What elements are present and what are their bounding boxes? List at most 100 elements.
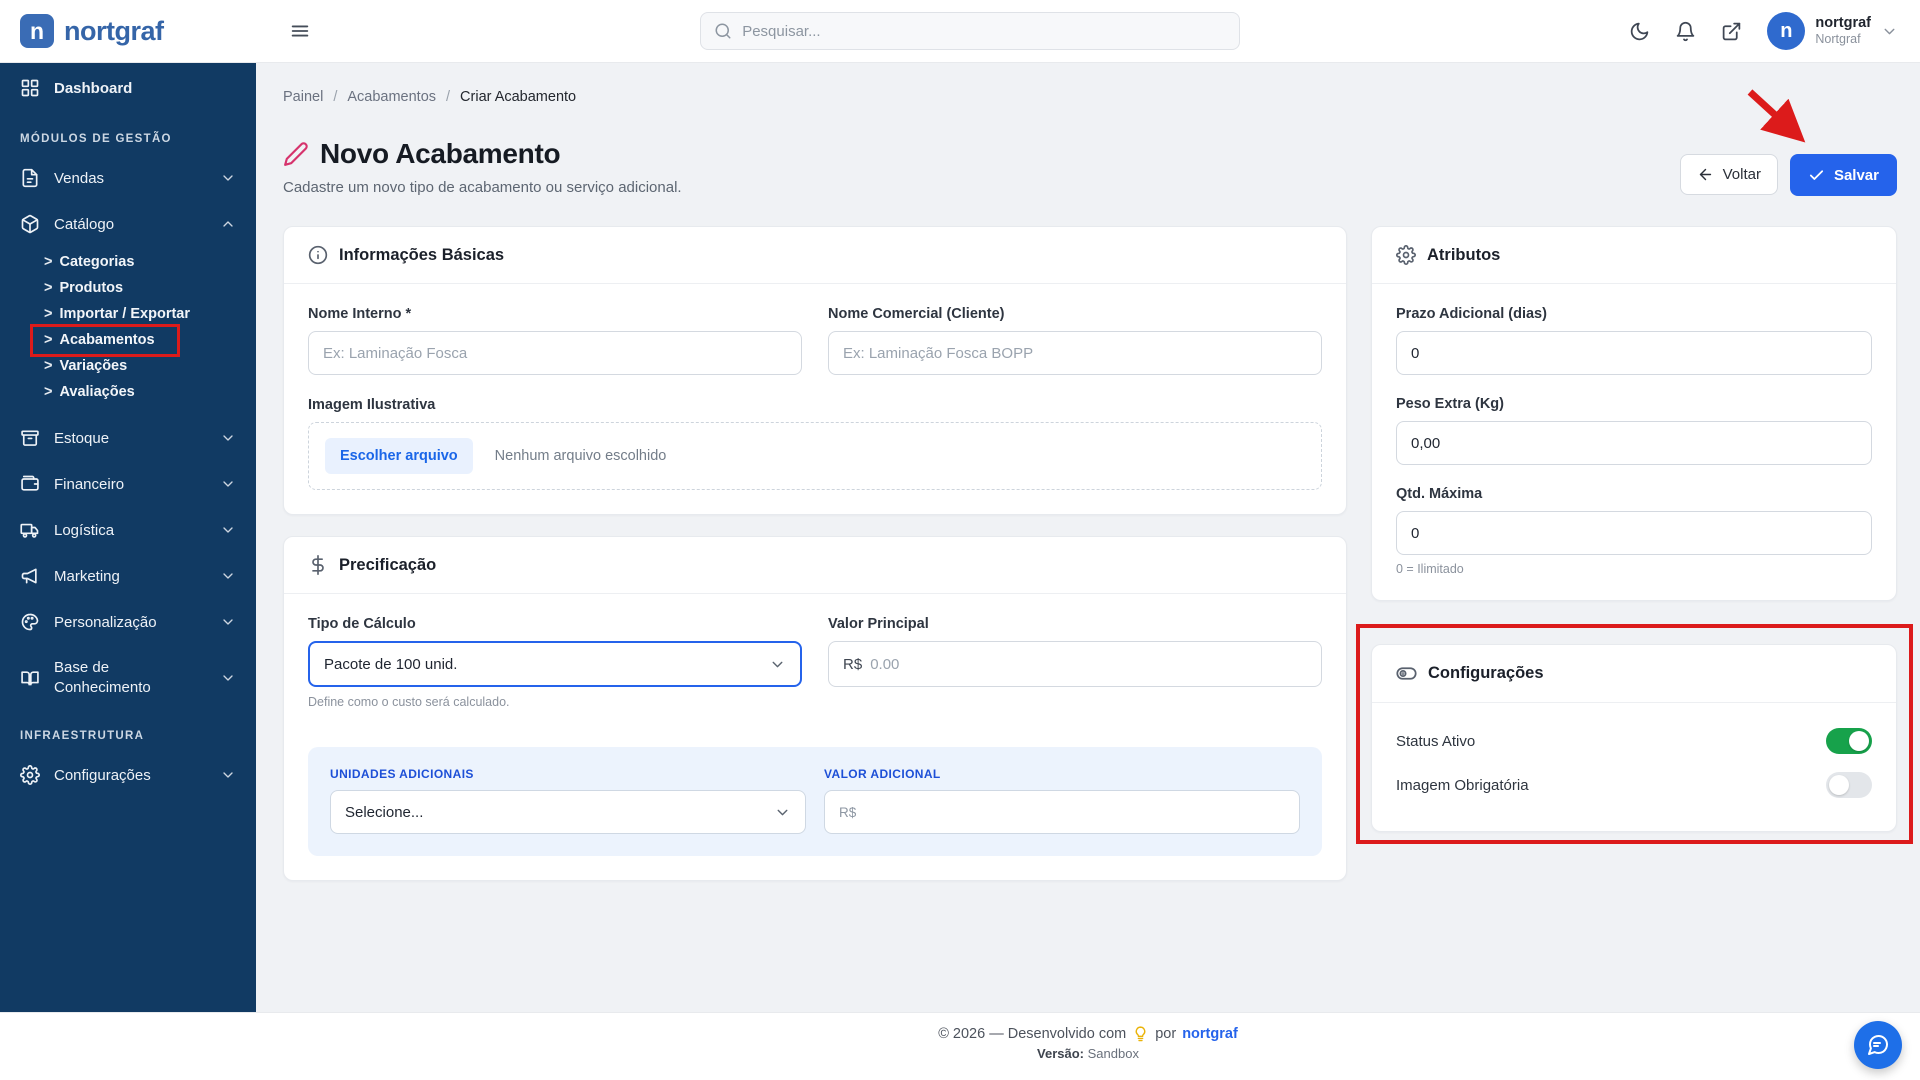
sidebar-subitem-label: Produtos: [59, 280, 123, 296]
sidebar-subitem-variacoes[interactable]: > Variações: [0, 353, 256, 379]
extra-days-field: Prazo Adicional (dias): [1396, 306, 1872, 375]
chat-fab-button[interactable]: [1854, 1021, 1902, 1069]
dashboard-grid-icon: [20, 78, 40, 98]
currency-prefix: R$: [839, 805, 856, 820]
choose-file-button[interactable]: Escolher arquivo: [325, 438, 473, 474]
footer: © 2026 — Desenvolvido com por nortgraf V…: [0, 1012, 1920, 1080]
chevron-down-icon: [220, 670, 236, 686]
extra-weight-input[interactable]: [1396, 421, 1872, 465]
arrow-left-icon: [1697, 166, 1714, 183]
file-dropzone[interactable]: Escolher arquivo Nenhum arquivo escolhid…: [308, 422, 1322, 490]
gear-icon: [1396, 245, 1416, 265]
notifications-button[interactable]: [1675, 21, 1696, 42]
sidebar-subitem-acabamentos[interactable]: > Acabamentos: [0, 327, 256, 353]
settings-card-body: Status Ativo Imagem Obrigatória: [1372, 703, 1896, 831]
extra-value-field: VALOR ADICIONAL R$: [824, 767, 1300, 834]
sidebar-subitem-produtos[interactable]: > Produtos: [0, 275, 256, 301]
brand-mark-icon: n: [20, 14, 54, 48]
commercial-name-input[interactable]: [828, 331, 1322, 375]
sidebar-item-label: Estoque: [54, 430, 109, 447]
calc-type-select[interactable]: Pacote de 100 unid.: [308, 641, 802, 687]
extra-value-input[interactable]: [864, 804, 1285, 821]
footer-inner: © 2026 — Desenvolvido com por nortgraf V…: [256, 1013, 1920, 1061]
pricing-card-title: Precificação: [339, 556, 436, 575]
main-value-group: R$: [828, 641, 1322, 687]
breadcrumb: Painel / Acabamentos / Criar Acabamento: [283, 89, 1897, 105]
currency-prefix: R$: [843, 656, 862, 673]
calc-type-help: Define como o custo será calculado.: [308, 695, 802, 709]
moon-icon: [1629, 21, 1650, 42]
no-file-text: Nenhum arquivo escolhido: [495, 448, 667, 464]
dark-mode-button[interactable]: [1629, 21, 1650, 42]
brand-logo[interactable]: n nortgraf: [0, 14, 256, 48]
sidebar-item-label: Marketing: [54, 568, 120, 585]
extra-units-select[interactable]: Selecione...: [330, 790, 806, 834]
sidebar-subitem-importar-exportar[interactable]: > Importar / Exportar: [0, 301, 256, 327]
user-menu[interactable]: n nortgraf Nortgraf: [1767, 12, 1898, 50]
package-icon: [20, 214, 40, 234]
imagem-obrigatoria-label: Imagem Obrigatória: [1396, 777, 1529, 794]
internal-name-label: Nome Interno *: [308, 306, 802, 322]
sidebar-item-catalogo[interactable]: Catálogo: [0, 201, 256, 247]
page-title-block: Novo Acabamento Cadastre um novo tipo de…: [283, 138, 682, 196]
page-header: Novo Acabamento Cadastre um novo tipo de…: [283, 138, 1897, 196]
page-title: Novo Acabamento: [320, 138, 560, 170]
internal-name-input[interactable]: [308, 331, 802, 375]
sidebar-item-dashboard[interactable]: Dashboard: [0, 63, 256, 113]
main-content: Painel / Acabamentos / Criar Acabamento …: [256, 63, 1920, 1012]
max-qty-input[interactable]: [1396, 511, 1872, 555]
chevron-right-glyph: >: [44, 254, 52, 270]
sidebar-item-personalizacao[interactable]: Personalização: [0, 599, 256, 645]
status-ativo-toggle[interactable]: [1826, 728, 1872, 754]
main-value-input[interactable]: [870, 656, 1307, 673]
chevron-down-icon: [220, 476, 236, 492]
annotation-box-settings: Configurações Status Ativo Imagem Obriga…: [1371, 644, 1897, 832]
menu-toggle-button[interactable]: [289, 20, 311, 42]
sidebar-item-estoque[interactable]: Estoque: [0, 415, 256, 461]
search-box[interactable]: [700, 12, 1240, 50]
footer-brand-link[interactable]: nortgraf: [1182, 1026, 1238, 1042]
imagem-obrigatoria-row: Imagem Obrigatória: [1396, 763, 1872, 807]
imagem-obrigatoria-toggle[interactable]: [1826, 772, 1872, 798]
left-column: Informações Básicas Nome Interno * Nome …: [283, 226, 1347, 881]
chevron-down-icon: [220, 568, 236, 584]
search-input[interactable]: [742, 23, 1226, 40]
commercial-name-label: Nome Comercial (Cliente): [828, 306, 1322, 322]
version-value: Sandbox: [1088, 1046, 1139, 1061]
sidebar-subitem-categorias[interactable]: > Categorias: [0, 249, 256, 275]
chevron-right-glyph: >: [44, 384, 52, 400]
sidebar-item-base-conhecimento[interactable]: Base de Conhecimento: [0, 645, 256, 710]
breadcrumb-current: Criar Acabamento: [460, 89, 576, 105]
sidebar-item-logistica[interactable]: Logística: [0, 507, 256, 553]
back-button[interactable]: Voltar: [1680, 154, 1778, 195]
max-qty-field: Qtd. Máxima 0 = Ilimitado: [1396, 486, 1872, 576]
extra-days-label: Prazo Adicional (dias): [1396, 306, 1872, 322]
sidebar-item-label: Financeiro: [54, 476, 124, 493]
extra-days-input[interactable]: [1396, 331, 1872, 375]
save-button[interactable]: Salvar: [1790, 154, 1897, 196]
sidebar-item-vendas[interactable]: Vendas: [0, 155, 256, 201]
sidebar-section-infra: INFRAESTRUTURA: [0, 710, 256, 752]
sidebar-item-financeiro[interactable]: Financeiro: [0, 461, 256, 507]
sidebar-subitem-avaliacoes[interactable]: > Avaliações: [0, 379, 256, 405]
chat-bubble-icon: [1866, 1033, 1890, 1057]
sidebar-item-configuracoes[interactable]: Configurações: [0, 752, 256, 798]
sidebar-item-marketing[interactable]: Marketing: [0, 553, 256, 599]
chevron-right-glyph: >: [44, 332, 52, 348]
truck-icon: [20, 520, 40, 540]
palette-icon: [20, 612, 40, 632]
extra-units-label: UNIDADES ADICIONAIS: [330, 767, 806, 781]
sidebar-item-label: Configurações: [54, 767, 151, 784]
settings-card-header: Configurações: [1372, 645, 1896, 703]
page-actions: Voltar Salvar: [1680, 154, 1897, 196]
hamburger-icon: [289, 20, 311, 42]
sidebar-item-label: Base de Conhecimento: [54, 658, 184, 697]
max-qty-help: 0 = Ilimitado: [1396, 562, 1872, 576]
breadcrumb-painel[interactable]: Painel: [283, 89, 323, 105]
version-label: Versão:: [1037, 1046, 1084, 1061]
extra-units-value: Selecione...: [345, 804, 423, 821]
open-site-button[interactable]: [1721, 21, 1742, 42]
internal-name-field: Nome Interno *: [308, 306, 802, 375]
chevron-down-icon: [220, 430, 236, 446]
breadcrumb-acabamentos[interactable]: Acabamentos: [347, 89, 436, 105]
